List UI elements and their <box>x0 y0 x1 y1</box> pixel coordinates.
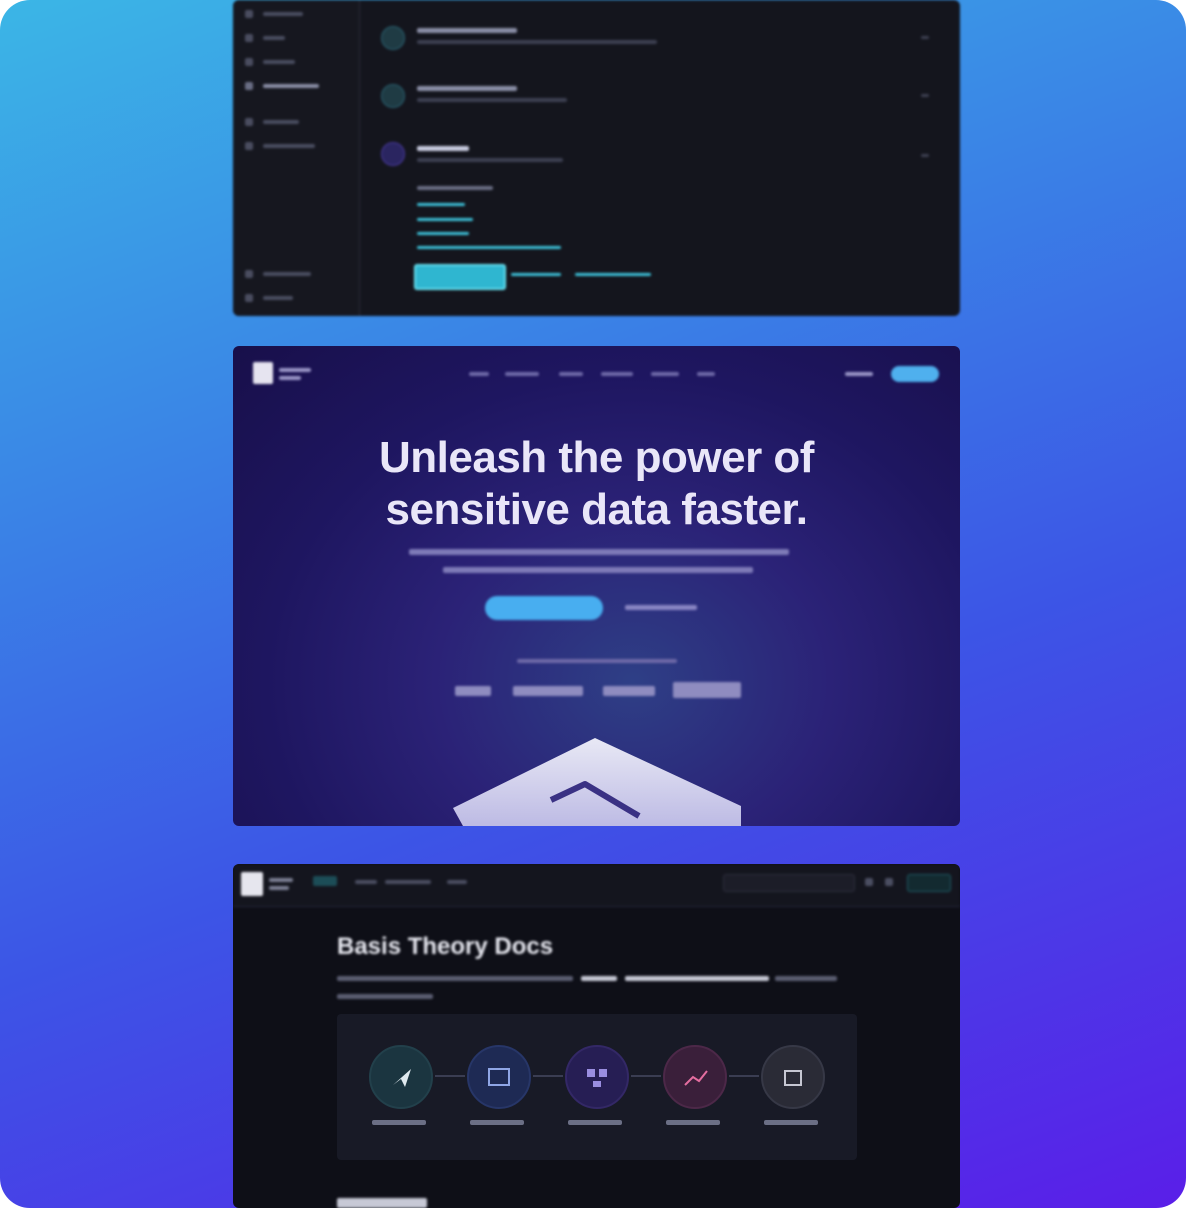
chart-icon <box>663 1045 727 1109</box>
check-icon <box>381 26 405 50</box>
stages-icon <box>565 1045 629 1109</box>
active-step-icon <box>381 142 405 166</box>
docs-screenshot: Basis Theory Docs <box>233 864 960 1208</box>
doc-link[interactable] <box>417 218 473 221</box>
stage-label <box>470 1120 524 1125</box>
stage-label <box>764 1120 818 1125</box>
hero-screenshot: Unleash the power of sensitive data fast… <box>233 346 960 826</box>
docs-intro <box>337 976 573 981</box>
rocket-icon <box>369 1045 433 1109</box>
box-icon <box>761 1045 825 1109</box>
secondary-link[interactable] <box>511 273 561 276</box>
primary-button[interactable] <box>414 264 506 290</box>
decorative-shape <box>453 738 741 826</box>
showcase-background: Unleash the power of sensitive data fast… <box>0 0 1186 1208</box>
stage-label <box>372 1120 426 1125</box>
check-icon <box>381 84 405 108</box>
stage-label <box>666 1120 720 1125</box>
doc-link[interactable] <box>417 246 561 249</box>
secondary-link[interactable] <box>575 273 651 276</box>
checklist-screenshot <box>233 0 960 316</box>
doc-link[interactable] <box>417 232 469 235</box>
section-heading <box>337 1198 427 1208</box>
doc-link[interactable] <box>417 203 465 206</box>
stage-label <box>568 1120 622 1125</box>
inbox-icon <box>467 1045 531 1109</box>
sidebar <box>233 0 360 316</box>
